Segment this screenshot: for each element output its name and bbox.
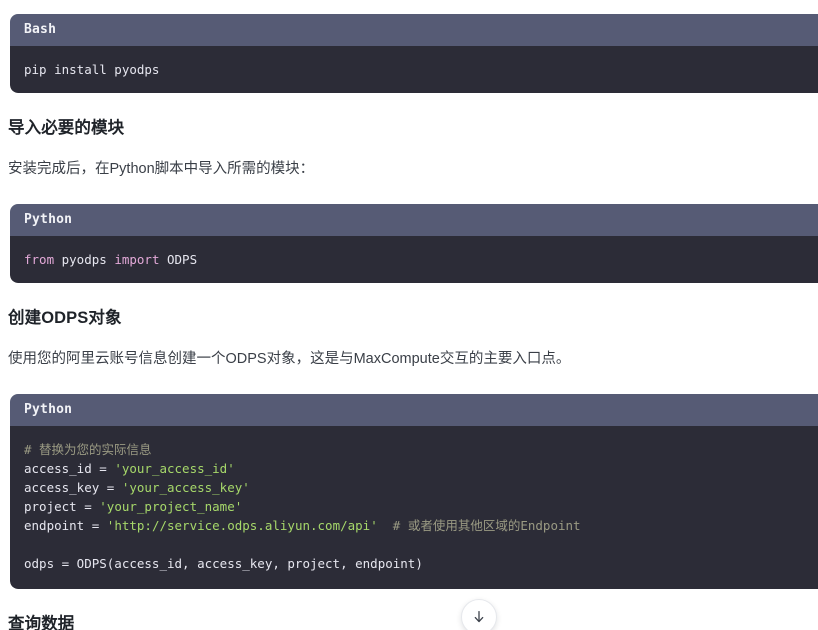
code-line-odps-constructor: odps = ODPS(access_id, access_key, proje… — [24, 556, 423, 571]
code-line-endpoint-name: endpoint = — [24, 518, 107, 533]
section-import-modules: 导入必要的模块 安装完成后，在Python脚本中导入所需的模块： — [0, 117, 818, 180]
spacer-after-python-2 — [0, 589, 818, 613]
code-line-pip-install: pip install pyodps — [24, 62, 160, 77]
code-content-python-odps[interactable]: # 替换为您的实际信息 access_id = 'your_access_id'… — [10, 426, 818, 589]
spacer-before-python-1 — [0, 180, 818, 204]
spacer-after-python-1 — [0, 283, 818, 307]
paragraph-create-odps: 使用您的阿里云账号信息创建一个ODPS对象，这是与MaxCompute交互的主要… — [8, 351, 571, 367]
document-scroll-area[interactable]: Bash pip install pyodps 导入必要的模块 安装完成后，在P… — [0, 0, 818, 630]
code-language-label-python-import: Python — [10, 204, 818, 236]
paragraph-import-modules: 安装完成后，在Python脚本中导入所需的模块： — [8, 161, 315, 177]
code-line-access-id-name: access_id = — [24, 461, 115, 476]
heading-import-modules: 导入必要的模块 — [8, 119, 125, 137]
code-line-endpoint-value: 'http://service.odps.aliyun.com/api' — [106, 518, 378, 533]
code-line-access-key-name: access_key = — [24, 480, 122, 495]
code-content-bash[interactable]: pip install pyodps — [10, 46, 818, 93]
scroll-to-bottom-button[interactable] — [461, 599, 497, 630]
section-create-odps: 创建ODPS对象 使用您的阿里云账号信息创建一个ODPS对象，这是与MaxCom… — [0, 307, 818, 370]
code-language-label-bash: Bash — [10, 14, 818, 46]
code-block-python-import: Python from pyodps import ODPS — [10, 204, 818, 283]
code-line-project-value: 'your_project_name' — [99, 499, 243, 514]
spacer-after-bash — [0, 93, 818, 117]
code-line-project-name: project = — [24, 499, 100, 514]
code-block-bash: Bash pip install pyodps — [10, 14, 818, 93]
spacer-heading-para-1 — [8, 139, 818, 159]
code-line-access-id-value: 'your_access_id' — [114, 461, 235, 476]
code-content-python-import[interactable]: from pyodps import ODPS — [10, 236, 818, 283]
heading-query-data: 查询数据 — [8, 615, 75, 630]
code-line-endpoint-comment: # 或者使用其他区域的Endpoint — [377, 518, 581, 533]
token-keyword-from: from — [24, 252, 55, 267]
spacer-heading-para-2 — [8, 329, 818, 349]
token-keyword-import: import — [114, 252, 160, 267]
code-block-python-odps: Python # 替换为您的实际信息 access_id = 'your_acc… — [10, 394, 818, 589]
top-spacer — [0, 0, 818, 14]
code-line-comment-replace: # 替换为您的实际信息 — [24, 442, 152, 457]
heading-create-odps: 创建ODPS对象 — [8, 309, 122, 327]
code-line-access-key-value: 'your_access_key' — [121, 480, 250, 495]
section-query-data: 查询数据 — [0, 613, 818, 630]
code-language-label-python-odps: Python — [10, 394, 818, 426]
arrow-down-icon — [471, 609, 487, 625]
token-module-pyodps: pyodps — [54, 252, 115, 267]
token-symbol-odps: ODPS — [159, 252, 198, 267]
spacer-before-python-2 — [0, 370, 818, 394]
